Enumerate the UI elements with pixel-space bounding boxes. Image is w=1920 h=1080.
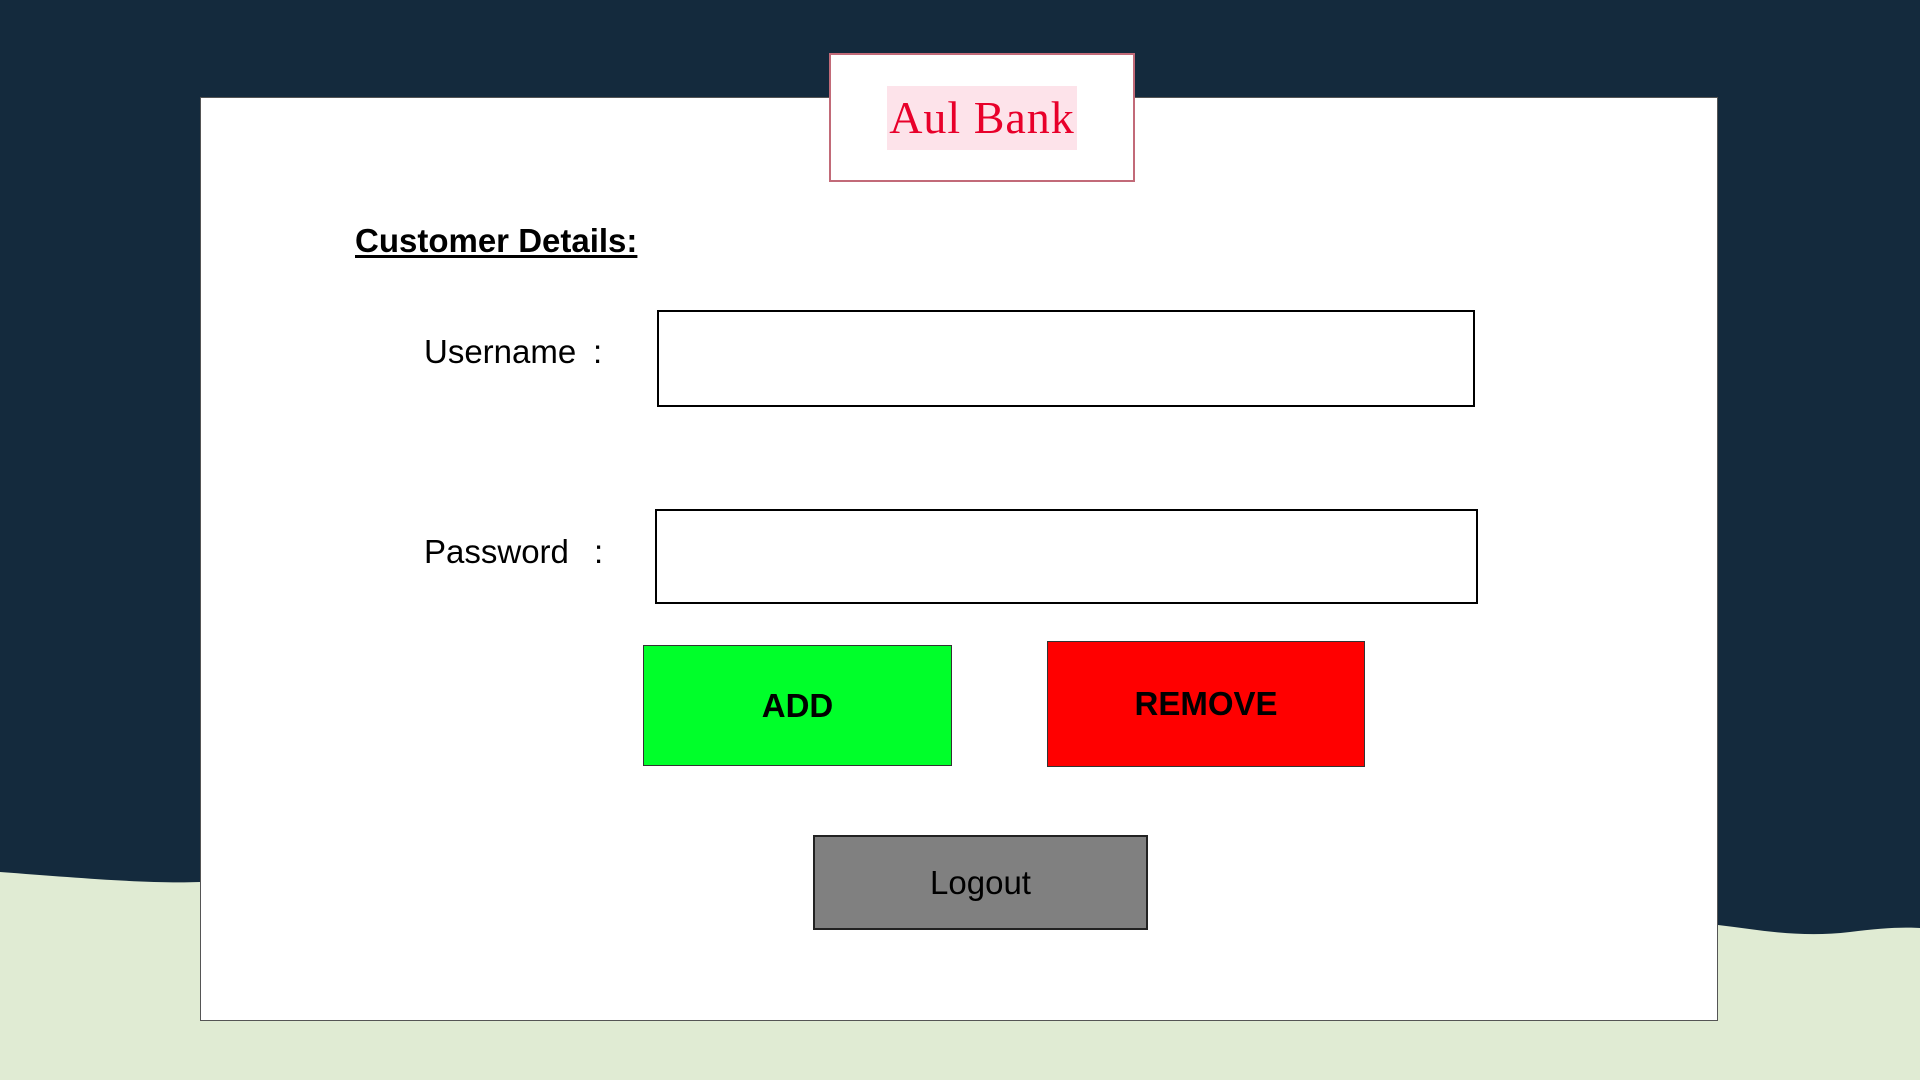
remove-button[interactable]: REMOVE: [1047, 641, 1365, 767]
username-label: Username: [424, 333, 577, 370]
password-input[interactable]: [655, 509, 1478, 604]
username-input[interactable]: [657, 310, 1475, 407]
add-button[interactable]: ADD: [643, 645, 952, 766]
password-colon: :: [594, 533, 604, 570]
logout-button[interactable]: Logout: [813, 835, 1148, 930]
username-colon: :: [593, 333, 603, 370]
password-label: Password: [424, 533, 569, 570]
bank-logo-text: Aul Bank: [887, 85, 1077, 150]
bank-logo: Aul Bank: [829, 53, 1135, 182]
page-title: Customer Details:: [355, 222, 638, 259]
